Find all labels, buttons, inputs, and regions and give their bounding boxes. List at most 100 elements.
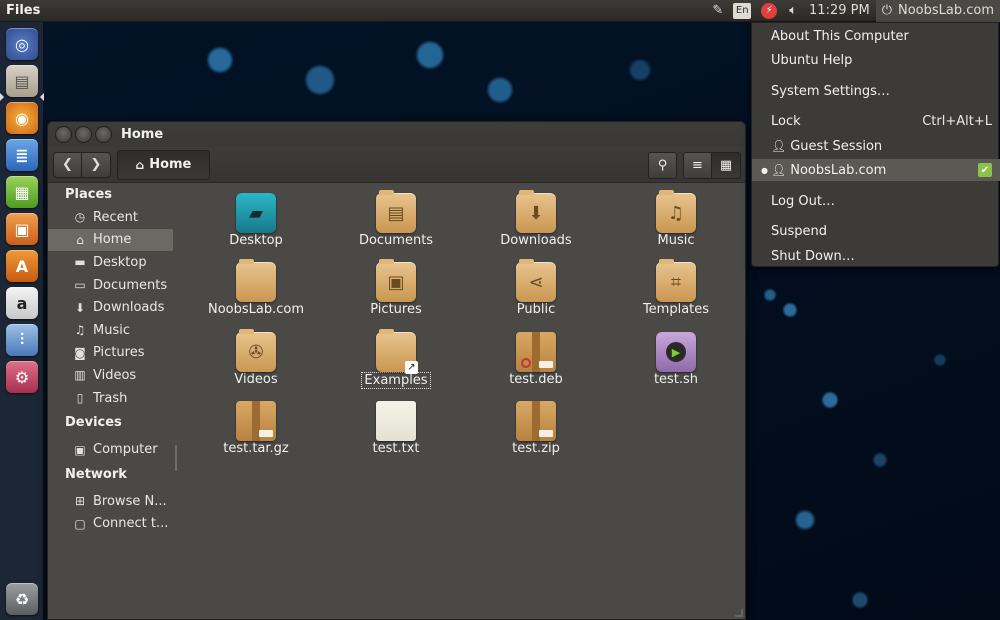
file-label: test.zip	[512, 441, 560, 456]
file-item[interactable]: ▰ Desktop	[196, 187, 316, 253]
sidebar-item-recent[interactable]: ◷ Recent	[48, 206, 178, 229]
menu-item-guest-session[interactable]: 👤︎ Guest Session	[752, 135, 1000, 157]
server-icon: ▢	[74, 516, 86, 531]
menu-item-lock[interactable]: Lock Ctrl+Alt+L	[752, 110, 1000, 132]
file-label: Templates	[642, 302, 710, 317]
calc-icon[interactable]: ▦	[6, 176, 38, 208]
indicator-area: ✎ En ⚡ 🔈︎ 11:29 PM ⏻ NoobsLab.com	[706, 0, 1000, 22]
keyboard-layout-indicator[interactable]: En	[733, 2, 752, 19]
sidebar-item-label: Pictures	[93, 345, 145, 361]
menu-item-label: About This Computer	[771, 28, 909, 44]
back-button[interactable]: ❮	[53, 151, 82, 178]
menu-item-help[interactable]: Ubuntu Help	[752, 49, 1000, 71]
sidebar-item-desktop[interactable]: ▬ Desktop	[48, 251, 178, 274]
file-item[interactable]: test.zip	[476, 395, 596, 461]
file-item[interactable]: ✇ Videos	[196, 326, 316, 392]
file-label: Public	[516, 302, 556, 317]
music-folder-icon: ♫	[656, 190, 696, 233]
amazon-icon[interactable]: a	[6, 287, 38, 319]
toolbar: ❮ ❯ ⌂ Home ⚲ ≡ ▦	[48, 147, 745, 183]
documents-folder-icon: ▤	[376, 190, 416, 233]
menu-item-system-settings[interactable]: System Settings…	[752, 80, 1000, 102]
sidebar-item-label: Videos	[93, 367, 137, 383]
file-label: test.deb	[509, 372, 563, 387]
file-item[interactable]: ↗ Examples	[336, 326, 456, 392]
network-header: Network	[65, 466, 127, 482]
chevron-left-icon: ❮	[62, 157, 73, 172]
system-settings-icon[interactable]: ⚙	[6, 361, 38, 393]
sidebar-item-home[interactable]: ⌂ Home	[48, 228, 173, 252]
menu-item-label: Suspend	[771, 223, 828, 239]
list-view-button[interactable]: ≡	[683, 152, 712, 179]
file-item[interactable]: NoobsLab.com	[196, 256, 316, 322]
chevron-right-icon: ❯	[90, 157, 102, 172]
sidebar-item-connect-server[interactable]: ▢ Connect t...	[48, 513, 178, 536]
maximize-button[interactable]	[95, 126, 112, 143]
deb-package-icon	[516, 332, 556, 372]
templates-folder-icon: ⌗	[656, 259, 696, 302]
file-item[interactable]: ⋖ Public	[476, 256, 596, 322]
pen-icon[interactable]: ✎	[706, 0, 729, 22]
clock[interactable]: 11:29 PM	[803, 0, 876, 22]
film-icon: ▥	[74, 368, 86, 383]
grid-view-button[interactable]: ▦	[712, 152, 741, 179]
menu-item-logout[interactable]: Log Out…	[752, 190, 1000, 212]
launcher: ◎ ▤ ◉ ≣ ▦ ▣ A a ⫶ ⚙ ♻	[0, 22, 44, 620]
file-item[interactable]: ⬇ Downloads	[476, 187, 596, 253]
minimize-button[interactable]	[75, 126, 92, 143]
firefox-icon[interactable]: ◉	[6, 102, 38, 134]
close-button[interactable]	[55, 126, 72, 143]
volume-icon[interactable]: 🔈︎	[783, 0, 803, 22]
file-item[interactable]: ▶ test.sh	[616, 326, 736, 392]
focused-indicator	[40, 93, 44, 101]
sidebar-item-label: Browse N...	[93, 493, 167, 509]
trash-icon[interactable]: ♻	[6, 583, 38, 615]
window-controls	[48, 126, 112, 143]
file-item[interactable]: ♫ Music	[616, 187, 736, 253]
file-item[interactable]: test.deb	[476, 326, 596, 392]
active-app-title: Files	[6, 3, 41, 18]
sidebar-item-downloads[interactable]: ⬇ Downloads	[48, 296, 178, 319]
music-icon: ♫	[74, 323, 86, 338]
resize-grip[interactable]	[735, 609, 743, 617]
menu-item-suspend[interactable]: Suspend	[752, 220, 1000, 242]
menu-item-about[interactable]: About This Computer	[752, 25, 1000, 47]
lock-shortcut: Ctrl+Alt+L	[922, 113, 992, 129]
menu-item-label: Ubuntu Help	[771, 52, 853, 68]
sidebar-item-music[interactable]: ♫ Music	[48, 319, 178, 342]
running-indicator	[0, 93, 4, 101]
path-home-button[interactable]: ⌂ Home	[117, 149, 210, 180]
sidebar-item-documents[interactable]: ▭ Documents	[48, 274, 178, 297]
file-item[interactable]: ⌗ Templates	[616, 256, 736, 322]
file-label: test.sh	[653, 372, 699, 387]
sidebar-item-computer[interactable]: ▣ Computer	[48, 438, 178, 461]
system-monitor-icon[interactable]: ⫶	[6, 324, 38, 356]
sidebar-item-browse-network[interactable]: ⊞ Browse N...	[48, 490, 178, 513]
search-button[interactable]: ⚲	[648, 152, 677, 179]
forward-button[interactable]: ❯	[82, 151, 111, 178]
file-item[interactable]: test.txt	[336, 395, 456, 461]
sidebar-item-label: Home	[93, 232, 132, 248]
sidebar-scrollbar[interactable]	[175, 445, 177, 471]
menu-item-current-user[interactable]: ● 👤︎ NoobsLab.com ✔	[752, 159, 1000, 181]
writer-icon[interactable]: ≣	[6, 139, 38, 171]
dash-icon[interactable]: ◎	[6, 28, 38, 60]
sidebar-item-label: Recent	[93, 209, 138, 225]
files-window: Home ❮ ❯ ⌂ Home ⚲ ≡ ▦ Places ◷ Recent ⌂ Ho…	[47, 121, 746, 620]
notification-icon[interactable]: ⚡	[761, 2, 778, 19]
window-titlebar[interactable]: Home	[48, 122, 745, 147]
archive-icon	[236, 401, 276, 441]
sidebar-item-pictures[interactable]: ◙ Pictures	[48, 342, 178, 365]
symlink-icon: ↗	[405, 361, 418, 374]
impress-icon[interactable]: ▣	[6, 213, 38, 245]
sidebar-item-videos[interactable]: ▥ Videos	[48, 364, 178, 387]
file-label: Desktop	[229, 233, 283, 248]
file-item[interactable]: ▣ Pictures	[336, 256, 456, 322]
files-icon[interactable]: ▤	[6, 65, 38, 97]
menu-item-shutdown[interactable]: Shut Down…	[752, 245, 1000, 267]
session-indicator[interactable]: ⏻ NoobsLab.com	[875, 0, 1000, 22]
software-center-icon[interactable]: A	[6, 250, 38, 282]
sidebar-item-trash[interactable]: ▯ Trash	[48, 387, 178, 410]
file-item[interactable]: ▤ Documents	[336, 187, 456, 253]
file-item[interactable]: test.tar.gz	[196, 395, 316, 461]
